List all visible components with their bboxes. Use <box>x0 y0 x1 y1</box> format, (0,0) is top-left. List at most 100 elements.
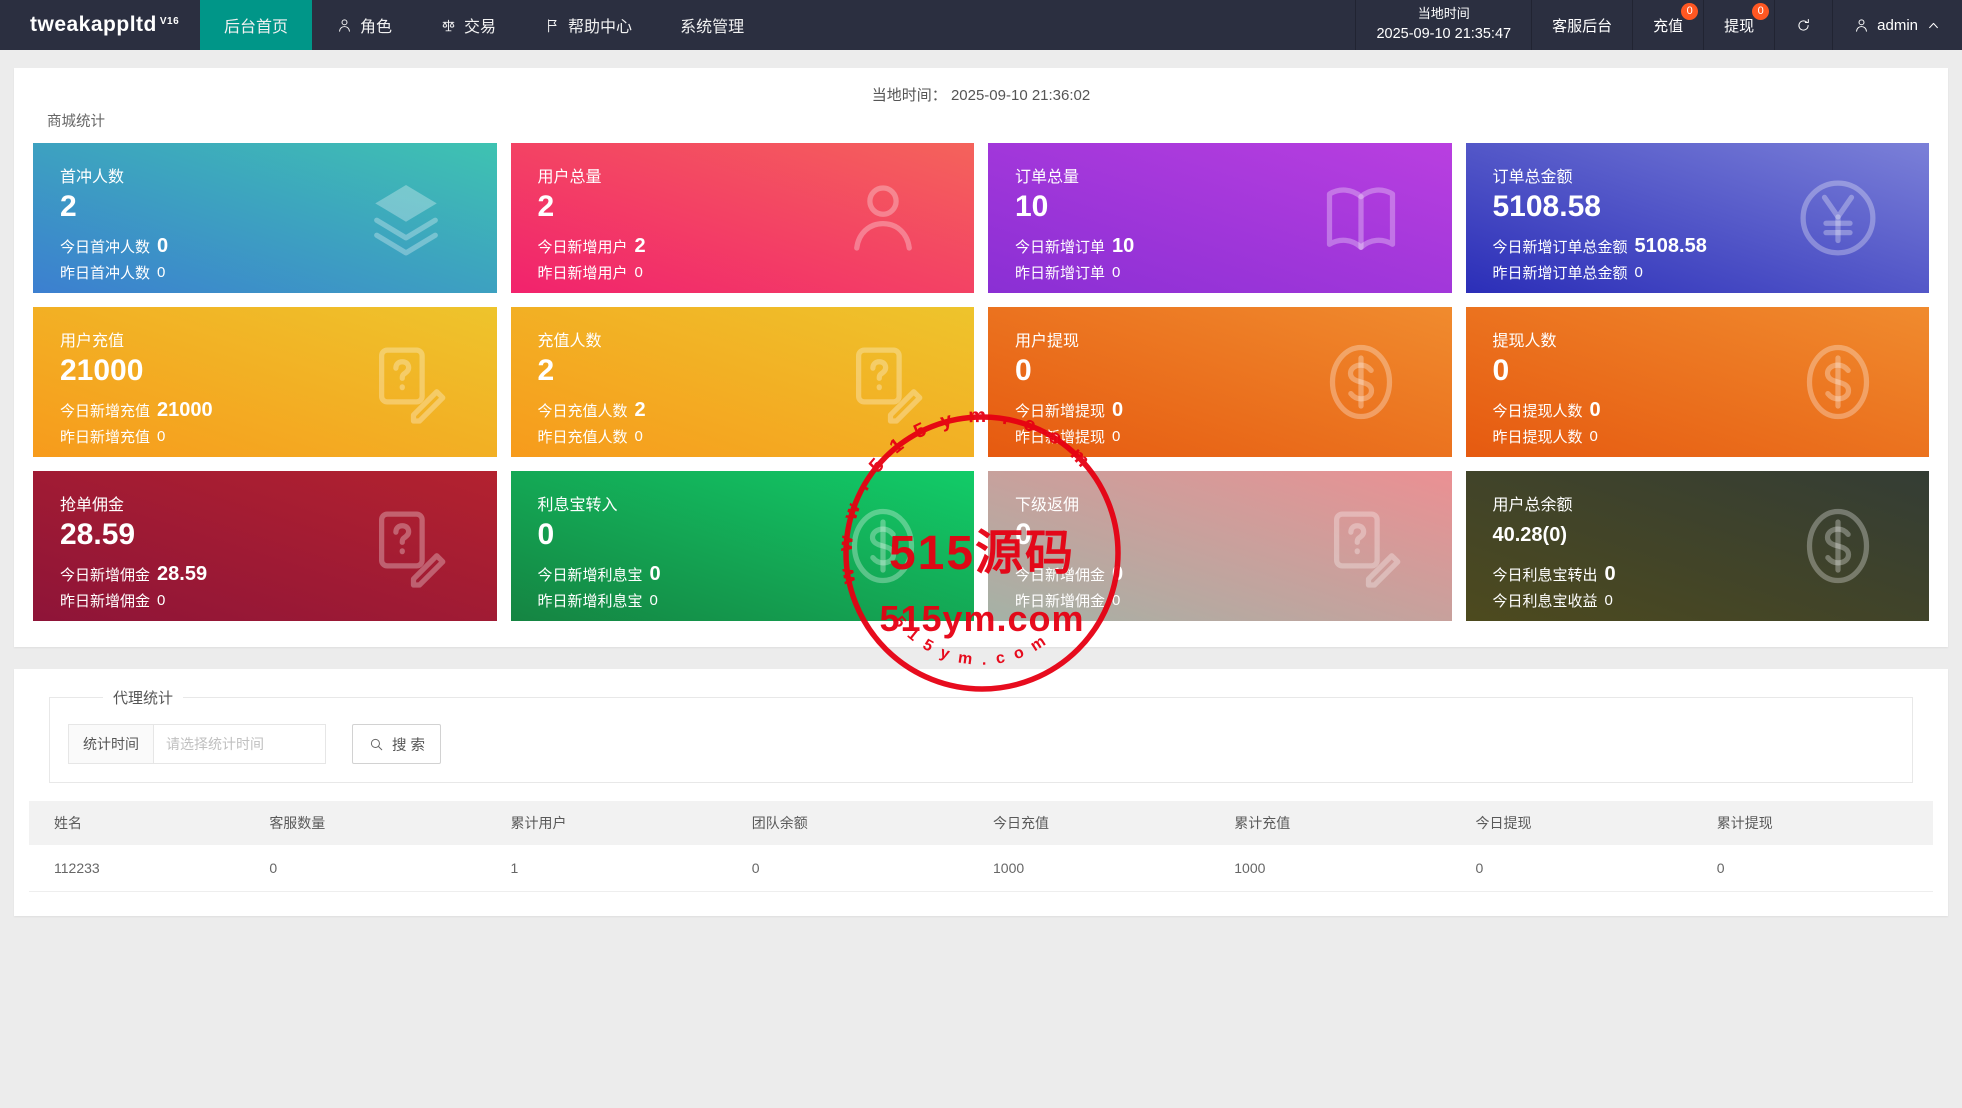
person-icon <box>1853 17 1870 34</box>
stat-card-yesterday-value: 0 <box>1589 427 1598 445</box>
agent-table-header: 累计提现 <box>1691 801 1933 845</box>
nav-item-1[interactable]: 角色 <box>312 0 416 50</box>
shop-stats-panel: 当地时间： 2025-09-10 21:36:02 商城统计 首冲人数 2 今日… <box>14 68 1948 647</box>
stat-card-yesterday-value: 0 <box>157 427 166 445</box>
edit-question-icon <box>1316 501 1406 591</box>
stat-card-today-value: 0 <box>1112 398 1124 421</box>
stat-card-today-label: 今日提现人数 <box>1492 402 1583 420</box>
agent-table-header-row: 姓名 客服数量 累计用户 团队余额 今日充值 累计充值 今日提现 累计提现 <box>29 801 1933 845</box>
stat-card-yesterday-value: 0 <box>1112 427 1121 445</box>
stat-card-yesterday-value: 0 <box>634 263 643 281</box>
agent-table-body: 112233 0 1 0 1000 1000 0 0 <box>29 845 1933 892</box>
recharge-badge: 0 <box>1681 3 1699 20</box>
stat-card: 抢单佣金 28.59 今日新增佣金 28.59 昨日新增佣金 0 <box>33 471 497 621</box>
table-cell: 1000 <box>968 845 1210 892</box>
section-title: 商城统计 <box>47 114 105 130</box>
stat-card-today-label: 今日新增订单总金额 <box>1492 238 1628 256</box>
nav-item-3[interactable]: 帮助中心 <box>520 0 656 50</box>
agent-table-header: 累计用户 <box>485 801 727 845</box>
search-icon <box>368 736 385 753</box>
stat-card-today-label: 今日充值人数 <box>537 402 628 420</box>
stat-card-today-label: 今日新增佣金 <box>1015 566 1106 584</box>
stat-card-today-value: 2 <box>634 234 646 257</box>
stat-card-yesterday-label: 昨日提现人数 <box>1492 428 1583 446</box>
table-cell: 112233 <box>29 845 245 892</box>
agent-table-header: 累计充值 <box>1209 801 1451 845</box>
stat-card: 订单总金额 5108.58 今日新增订单总金额 5108.58 昨日新增订单总金… <box>1465 143 1929 293</box>
dollar-icon <box>1793 337 1883 427</box>
stat-card-today-label: 今日新增用户 <box>537 238 628 256</box>
agent-table-header: 客服数量 <box>244 801 486 845</box>
search-button[interactable]: 搜 索 <box>352 724 442 764</box>
table-row: 112233 0 1 0 1000 1000 0 0 <box>29 845 1933 892</box>
stat-card: 用户充值 21000 今日新增充值 21000 昨日新增充值 0 <box>33 307 497 457</box>
stat-card-yesterday-value: 0 <box>1112 263 1121 281</box>
stat-card-today-label: 今日新增提现 <box>1015 402 1106 420</box>
nav-item-0[interactable]: 后台首页 <box>200 0 313 50</box>
stat-card-today-value: 28.59 <box>157 562 208 585</box>
stat-card: 用户总余额 40.28(0) 今日利息宝转出 0 今日利息宝收益 0 <box>1465 471 1929 621</box>
header-local-time-value: 2025-09-10 21:35:47 <box>1376 25 1512 42</box>
stat-card: 用户总量 2 今日新增用户 2 昨日新增用户 0 <box>510 143 974 293</box>
stat-card-today-label: 今日新增利息宝 <box>537 566 643 584</box>
scales-icon <box>440 17 457 34</box>
stat-cards-grid: 首冲人数 2 今日首冲人数 0 昨日首冲人数 0 用户总量 2 今日新增用户 2… <box>33 143 1929 621</box>
stat-card: 提现人数 0 今日提现人数 0 昨日提现人数 0 <box>1465 307 1929 457</box>
stat-card-today-label: 今日首冲人数 <box>60 238 151 256</box>
stat-card-yesterday-value: 0 <box>1604 591 1613 609</box>
stat-card-today-value: 0 <box>649 562 661 585</box>
app-logo-version: V16 <box>159 15 180 27</box>
agent-stats-panel: 代理统计 统计时间 搜 索 姓名客服数量累计用户团队余额今日充值累计充值今日提现… <box>14 669 1948 916</box>
service-backend-button[interactable]: 客服后台 <box>1531 0 1632 50</box>
stat-card-today-label: 今日利息宝转出 <box>1492 566 1598 584</box>
person-icon <box>336 17 353 34</box>
page-local-time: 当地时间： 2025-09-10 21:36:02 <box>33 84 1929 104</box>
stat-card-yesterday-label: 昨日新增佣金 <box>60 592 151 610</box>
app-logo: tweakappltd V16 <box>0 0 200 50</box>
dollar-icon <box>1793 501 1883 591</box>
stat-card-yesterday-label: 昨日充值人数 <box>537 428 628 446</box>
layers-icon <box>361 173 451 263</box>
header-local-time-label: 当地时间 <box>1417 6 1470 22</box>
recharge-menu-button[interactable]: 充值 0 <box>1632 0 1703 50</box>
stat-card-today-value: 0 <box>1112 562 1124 585</box>
flag-icon <box>544 17 561 34</box>
stat-card-today-value: 10 <box>1112 234 1135 257</box>
stat-card-yesterday-label: 昨日新增提现 <box>1015 428 1106 446</box>
edit-question-icon <box>361 337 451 427</box>
nav-item-4[interactable]: 系统管理 <box>656 0 768 50</box>
agent-table: 姓名 客服数量 累计用户 团队余额 今日充值 累计充值 今日提现 累计提现 112233 0 1 0… <box>29 801 1933 892</box>
stat-card-today-value: 0 <box>1604 562 1616 585</box>
dollar-icon <box>838 501 928 591</box>
refresh-button[interactable] <box>1774 0 1832 50</box>
nav-item-2[interactable]: 交易 <box>416 0 520 50</box>
stat-card: 利息宝转入 0 今日新增利息宝 0 昨日新增利息宝 0 <box>510 471 974 621</box>
agent-stats-legend: 代理统计 <box>113 690 174 707</box>
stat-card-today-value: 2 <box>634 398 646 421</box>
stat-card-today-value: 5108.58 <box>1634 234 1707 257</box>
stat-card-yesterday-value: 0 <box>634 427 643 445</box>
stat-card-yesterday-label: 昨日新增充值 <box>60 428 151 446</box>
stat-card-today-label: 今日新增佣金 <box>60 566 151 584</box>
stat-card-yesterday-value: 0 <box>157 263 166 281</box>
stat-time-input[interactable] <box>154 724 326 764</box>
stat-card-today-value: 0 <box>1589 398 1601 421</box>
withdraw-menu-button[interactable]: 提现 0 <box>1703 0 1774 50</box>
dollar-icon <box>1316 337 1406 427</box>
table-cell: 0 <box>726 845 969 892</box>
stat-card-today-label: 今日新增充值 <box>60 402 151 420</box>
user-icon <box>838 173 928 263</box>
stat-card: 用户提现 0 今日新增提现 0 昨日新增提现 0 <box>988 307 1452 457</box>
chevron-up-icon <box>1925 17 1942 34</box>
table-cell: 1000 <box>1209 845 1451 892</box>
table-cell: 0 <box>1450 845 1692 892</box>
agent-stats-fieldset: 代理统计 统计时间 搜 索 <box>49 687 1913 783</box>
edit-question-icon <box>361 501 451 591</box>
stat-card-today-value: 21000 <box>157 398 213 421</box>
stat-card-yesterday-label: 昨日首冲人数 <box>60 264 151 282</box>
agent-table-header: 今日提现 <box>1450 801 1692 845</box>
stat-card-today-value: 0 <box>157 234 169 257</box>
admin-user-menu[interactable]: admin <box>1832 0 1962 50</box>
yen-icon <box>1793 173 1883 263</box>
table-cell: 0 <box>1691 845 1933 892</box>
